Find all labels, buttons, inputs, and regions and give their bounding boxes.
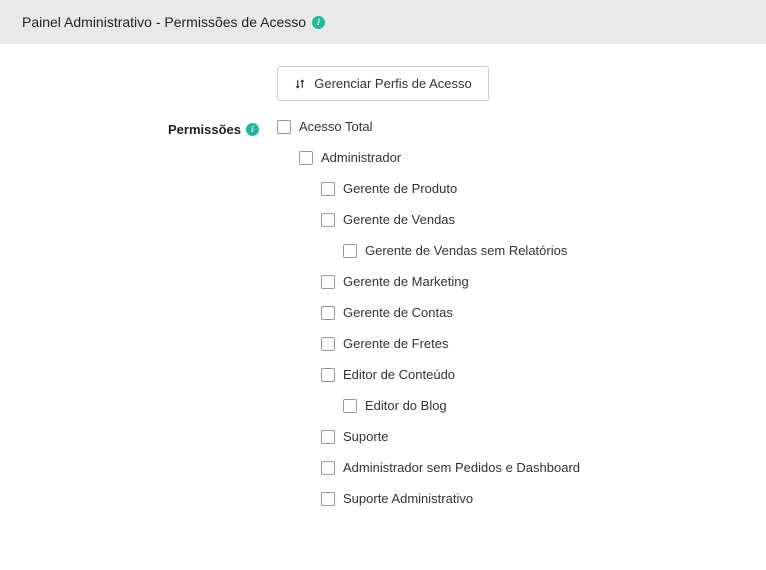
- permission-item: Editor do Blog: [277, 398, 744, 413]
- permission-checkbox[interactable]: [299, 151, 313, 165]
- permission-label: Gerente de Contas: [343, 305, 453, 320]
- permission-checkbox[interactable]: [321, 182, 335, 196]
- permission-label: Gerente de Vendas: [343, 212, 455, 227]
- permission-checkbox[interactable]: [321, 430, 335, 444]
- toolbar: Gerenciar Perfis de Acesso: [0, 44, 766, 119]
- permission-checkbox[interactable]: [321, 337, 335, 351]
- manage-profiles-button[interactable]: Gerenciar Perfis de Acesso: [277, 66, 489, 101]
- permission-item: Administrador: [277, 150, 744, 165]
- permission-checkbox[interactable]: [321, 492, 335, 506]
- permission-item: Acesso Total: [277, 119, 744, 134]
- permission-label: Gerente de Vendas sem Relatórios: [365, 243, 567, 258]
- page-header: Painel Administrativo - Permissões de Ac…: [0, 0, 766, 44]
- permission-label: Administrador sem Pedidos e Dashboard: [343, 460, 580, 475]
- permission-item: Gerente de Vendas sem Relatórios: [277, 243, 744, 258]
- permission-item: Administrador sem Pedidos e Dashboard: [277, 460, 744, 475]
- info-icon[interactable]: i: [246, 123, 259, 136]
- info-icon[interactable]: i: [312, 16, 325, 29]
- permission-checkbox[interactable]: [321, 306, 335, 320]
- permission-label: Administrador: [321, 150, 401, 165]
- permission-label: Editor de Conteúdo: [343, 367, 455, 382]
- permissions-section: Permissões i Acesso Total Administrador Ge…: [0, 119, 766, 522]
- page-title: Painel Administrativo - Permissões de Ac…: [22, 14, 306, 30]
- permission-checkbox[interactable]: [343, 399, 357, 413]
- permission-item: Suporte Administrativo: [277, 491, 744, 506]
- permissions-side-label: Permissões i: [22, 119, 277, 137]
- permission-item: Gerente de Produto: [277, 181, 744, 196]
- permission-checkbox[interactable]: [321, 461, 335, 475]
- permissions-label-text: Permissões: [168, 122, 241, 137]
- permission-label: Gerente de Produto: [343, 181, 457, 196]
- permission-item: Gerente de Vendas: [277, 212, 744, 227]
- permission-checkbox[interactable]: [321, 275, 335, 289]
- permissions-tree: Acesso Total Administrador Gerente de Prod…: [277, 119, 744, 522]
- sort-icon: [294, 78, 306, 90]
- permission-checkbox[interactable]: [321, 213, 335, 227]
- permission-checkbox[interactable]: [277, 120, 291, 134]
- permission-label: Acesso Total: [299, 119, 372, 134]
- permission-label: Suporte Administrativo: [343, 491, 473, 506]
- permission-label: Gerente de Fretes: [343, 336, 449, 351]
- permission-label: Editor do Blog: [365, 398, 447, 413]
- permission-item: Gerente de Marketing: [277, 274, 744, 289]
- permission-checkbox[interactable]: [343, 244, 357, 258]
- permission-label: Gerente de Marketing: [343, 274, 469, 289]
- permission-checkbox[interactable]: [321, 368, 335, 382]
- permission-item: Suporte: [277, 429, 744, 444]
- permission-item: Gerente de Contas: [277, 305, 744, 320]
- permission-label: Suporte: [343, 429, 389, 444]
- permission-item: Editor de Conteúdo: [277, 367, 744, 382]
- manage-profiles-label: Gerenciar Perfis de Acesso: [314, 76, 472, 91]
- permission-item: Gerente de Fretes: [277, 336, 744, 351]
